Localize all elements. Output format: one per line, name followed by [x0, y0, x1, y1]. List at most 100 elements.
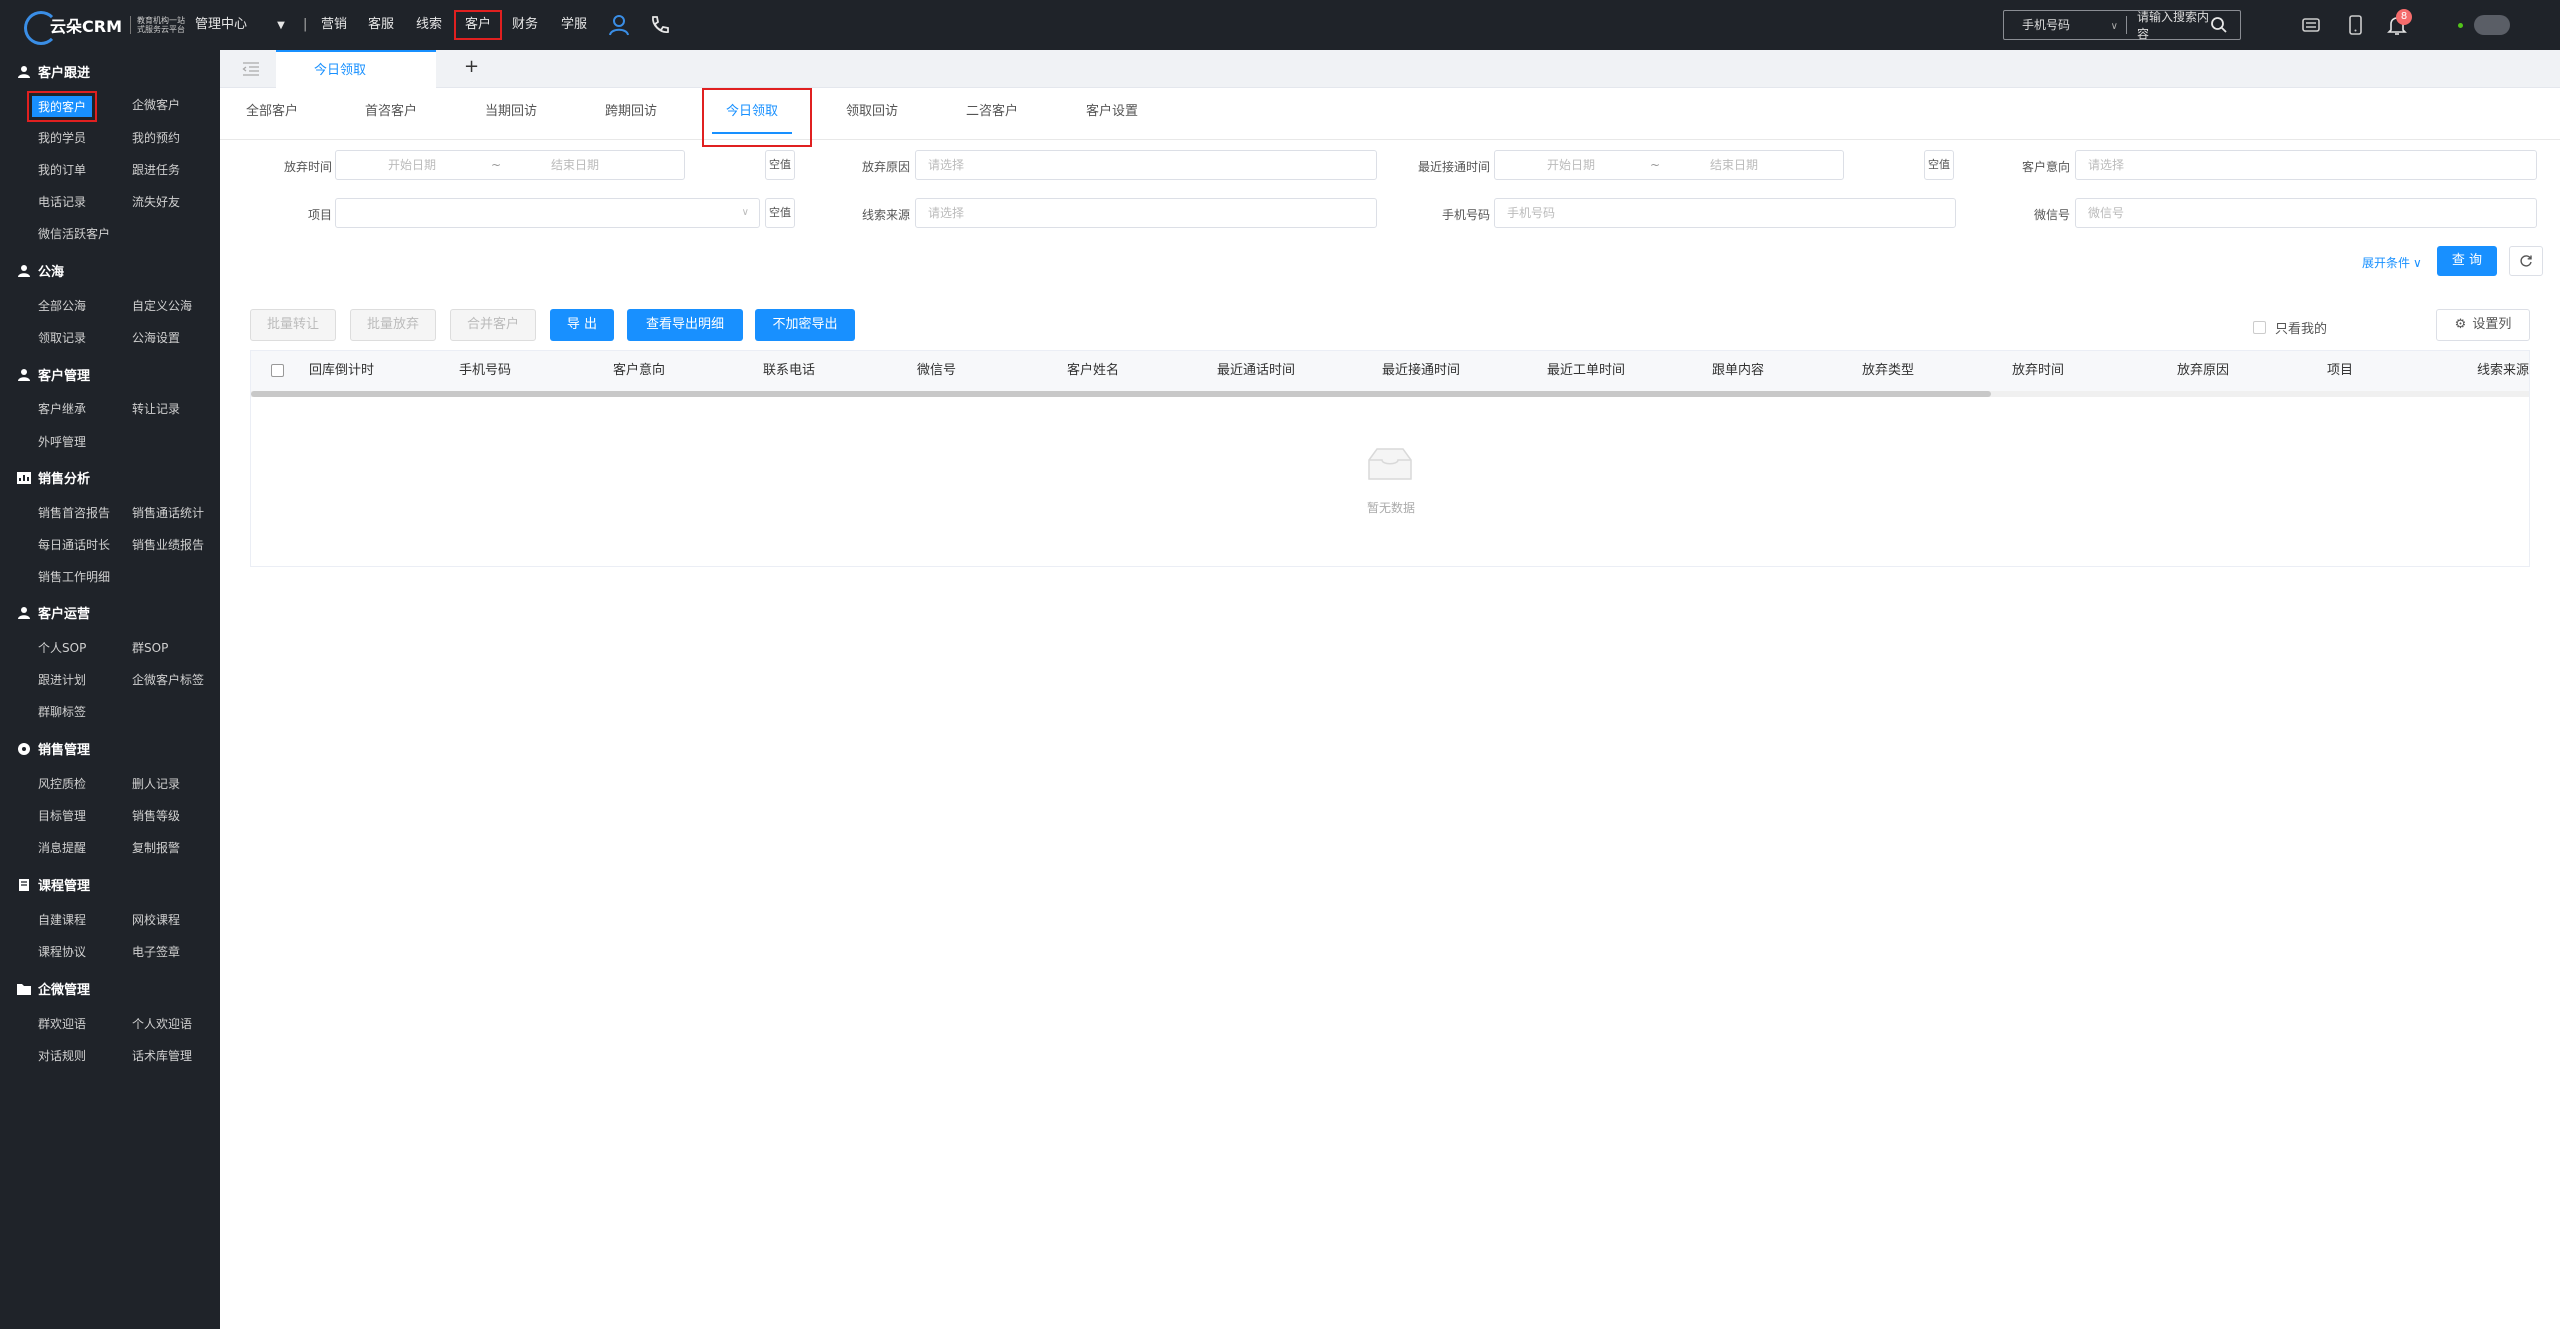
sidebar-item-sales-work-detail[interactable]: 销售工作明细	[38, 568, 110, 585]
column-header[interactable]: 放弃时间	[2012, 351, 2064, 391]
column-header[interactable]: 最近工单时间	[1547, 351, 1625, 391]
sidebar-section-public-pool[interactable]: 公海	[16, 261, 64, 280]
mobile-icon[interactable]	[2344, 14, 2366, 36]
keyboard-icon[interactable]	[2300, 14, 2322, 36]
management-center-menu[interactable]: 管理中心 ▼ |	[195, 0, 307, 50]
subtab-first-consult-customers[interactable]: 首咨客户	[365, 88, 417, 140]
sidebar-item-personal-welcome[interactable]: 个人欢迎语	[132, 1015, 192, 1032]
sidebar-item-group-sop[interactable]: 群SOP	[132, 639, 168, 656]
sidebar-item-followup-plan[interactable]: 跟进计划	[38, 671, 86, 688]
sidebar-item-script-library[interactable]: 话术库管理	[132, 1047, 192, 1064]
export-button[interactable]: 导 出	[550, 309, 614, 341]
phone-input[interactable]: 手机号码	[1494, 198, 1956, 228]
abandon-time-empty-button[interactable]: 空值	[765, 150, 795, 180]
sidebar-item-custom-public-pool[interactable]: 自定义公海	[132, 297, 192, 314]
only-mine-checkbox[interactable]: 只看我的	[2253, 318, 2327, 337]
add-tab-button[interactable]: +	[464, 56, 479, 77]
batch-transfer-button[interactable]: 批量转让	[250, 309, 336, 341]
customer-intent-select[interactable]: 请选择	[2075, 150, 2537, 180]
sidebar-item-sales-level[interactable]: 销售等级	[132, 807, 180, 824]
phone-call-icon[interactable]	[648, 14, 670, 36]
sidebar-item-outbound-call-management[interactable]: 外呼管理	[38, 433, 86, 450]
sidebar-item-all-public-pool[interactable]: 全部公海	[38, 297, 86, 314]
sidebar-section-customer-followup[interactable]: 客户跟进	[16, 62, 90, 81]
search-icon[interactable]	[2210, 16, 2228, 34]
sidebar-toggle-icon[interactable]	[242, 61, 260, 77]
scrollbar-thumb[interactable]	[251, 391, 1991, 397]
export-unencrypted-button[interactable]: 不加密导出	[755, 309, 855, 341]
sidebar-item-lost-friends[interactable]: 流失好友	[132, 193, 180, 210]
refresh-button[interactable]	[2509, 246, 2543, 276]
column-header[interactable]: 联系电话	[763, 351, 815, 391]
column-header[interactable]: 线索来源	[2477, 351, 2529, 391]
project-select[interactable]: ∨	[335, 198, 760, 228]
horizontal-scrollbar[interactable]	[251, 391, 2529, 397]
sidebar-item-claim-records[interactable]: 领取记录	[38, 329, 86, 346]
search-input[interactable]: 请输入搜索内容	[2127, 8, 2210, 42]
subtab-cross-period-revisit[interactable]: 跨期回访	[605, 88, 657, 140]
sidebar-section-customer-management[interactable]: 客户管理	[16, 365, 90, 384]
checkbox[interactable]	[2253, 321, 2266, 334]
abandon-reason-select[interactable]: 请选择	[915, 150, 1377, 180]
nav-marketing[interactable]: 营销	[321, 0, 347, 50]
nav-student-service[interactable]: 学服	[561, 0, 587, 50]
sidebar-item-customer-inherit[interactable]: 客户继承	[38, 400, 86, 417]
subtab-second-consult-customers[interactable]: 二咨客户	[966, 88, 1018, 140]
nav-customer-service[interactable]: 客服	[368, 0, 394, 50]
subtab-customer-settings[interactable]: 客户设置	[1086, 88, 1138, 140]
sidebar-item-transfer-records[interactable]: 转让记录	[132, 400, 180, 417]
set-columns-button[interactable]: ⚙ 设置列	[2436, 309, 2530, 341]
merge-customers-button[interactable]: 合并客户	[450, 309, 536, 341]
sidebar-item-own-courses[interactable]: 自建课程	[38, 911, 86, 928]
sidebar-item-my-customers[interactable]: 我的客户	[26, 91, 98, 122]
sidebar-item-copy-alert[interactable]: 复制报警	[132, 839, 180, 856]
query-button[interactable]: 查 询	[2437, 246, 2497, 276]
abandon-time-range[interactable]: 开始日期 ~ 结束日期	[335, 150, 685, 180]
project-empty-button[interactable]: 空值	[765, 198, 795, 228]
column-header[interactable]: 客户姓名	[1067, 351, 1119, 391]
column-header[interactable]: 回库倒计时	[309, 351, 374, 391]
search-type-select[interactable]: 手机号码 ∨	[2004, 16, 2127, 34]
sidebar-item-my-appointments[interactable]: 我的预约	[132, 129, 180, 146]
sidebar-item-sales-call-stats[interactable]: 销售通话统计	[132, 504, 204, 521]
sidebar-section-course-management[interactable]: 课程管理	[16, 875, 90, 894]
select-all-checkbox[interactable]	[271, 364, 284, 377]
logo[interactable]: 云朵CRM 教育机构一站 式服务云平台	[22, 8, 185, 45]
sidebar-item-message-reminder[interactable]: 消息提醒	[38, 839, 86, 856]
nav-finance[interactable]: 财务	[512, 0, 538, 50]
sidebar-item-group-welcome[interactable]: 群欢迎语	[38, 1015, 86, 1032]
column-header[interactable]: 最近接通时间	[1382, 351, 1460, 391]
column-header[interactable]: 手机号码	[459, 351, 511, 391]
column-header[interactable]: 项目	[2327, 351, 2353, 391]
sidebar-section-wecom-management[interactable]: 企微管理	[16, 979, 90, 998]
column-header[interactable]: 放弃类型	[1862, 351, 1914, 391]
column-header[interactable]: 客户意向	[613, 351, 665, 391]
subtab-current-period-revisit[interactable]: 当期回访	[485, 88, 537, 140]
sidebar-item-risk-inspection[interactable]: 风控质检	[38, 775, 86, 792]
sidebar-section-sales-management[interactable]: 销售管理	[16, 739, 90, 758]
sidebar-section-sales-analysis[interactable]: 销售分析	[16, 468, 90, 487]
sidebar-item-deletion-records[interactable]: 删人记录	[132, 775, 180, 792]
column-header[interactable]: 最近通话时间	[1217, 351, 1295, 391]
sidebar-item-wecom-customers[interactable]: 企微客户	[132, 96, 180, 113]
subtab-all-customers[interactable]: 全部客户	[246, 88, 298, 140]
nav-leads[interactable]: 线索	[416, 0, 442, 50]
last-connect-time-empty-button[interactable]: 空值	[1924, 150, 1954, 180]
lead-source-select[interactable]: 请选择	[915, 198, 1377, 228]
column-header[interactable]: 放弃原因	[2177, 351, 2229, 391]
sidebar-item-e-signature[interactable]: 电子签章	[132, 943, 180, 960]
sidebar-item-daily-call-duration[interactable]: 每日通话时长	[38, 536, 110, 553]
column-header[interactable]: 跟单内容	[1712, 351, 1764, 391]
sidebar-item-my-orders[interactable]: 我的订单	[38, 161, 86, 178]
avatar[interactable]	[2474, 15, 2510, 35]
sidebar-section-customer-operations[interactable]: 客户运营	[16, 603, 90, 622]
sidebar-item-group-chat-tags[interactable]: 群聊标签	[38, 703, 86, 720]
last-connect-time-range[interactable]: 开始日期 ~ 结束日期	[1494, 150, 1844, 180]
view-export-detail-button[interactable]: 查看导出明细	[627, 309, 743, 341]
sidebar-item-online-school-courses[interactable]: 网校课程	[132, 911, 180, 928]
expand-conditions-link[interactable]: 展开条件 ∨	[2362, 254, 2422, 271]
subtab-claim-revisit[interactable]: 领取回访	[846, 88, 898, 140]
sidebar-item-my-students[interactable]: 我的学员	[38, 129, 86, 146]
sidebar-item-personal-sop[interactable]: 个人SOP	[38, 639, 86, 656]
sidebar-item-course-agreement[interactable]: 课程协议	[38, 943, 86, 960]
